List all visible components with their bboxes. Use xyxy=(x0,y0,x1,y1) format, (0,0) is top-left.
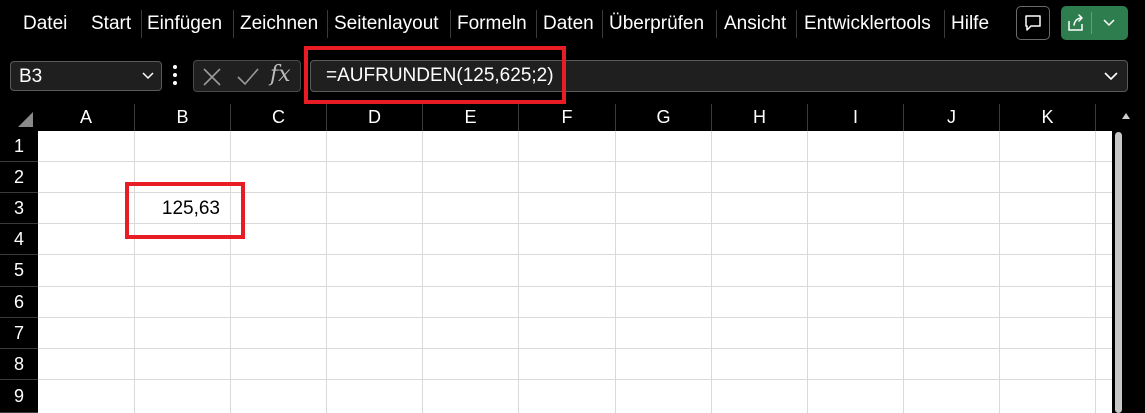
tab-hilfe[interactable]: Hilfe xyxy=(951,13,989,35)
row-header-3[interactable]: 3 xyxy=(0,193,38,224)
column-header-f[interactable]: F xyxy=(519,104,616,131)
select-all-corner[interactable] xyxy=(0,104,38,131)
column-header-h[interactable]: H xyxy=(712,104,808,131)
gridline xyxy=(38,286,1112,287)
cell-highlight-box xyxy=(125,182,245,239)
chevron-down-icon xyxy=(1103,19,1115,27)
row-header-9[interactable]: 9 xyxy=(0,380,38,413)
name-box[interactable]: B3 xyxy=(10,61,162,91)
tab-einfuegen[interactable]: Einfügen xyxy=(147,13,222,35)
share-icon-wrap xyxy=(1061,6,1091,40)
menu-separator xyxy=(716,10,717,38)
share-dropdown[interactable] xyxy=(1092,6,1126,40)
checkmark-icon[interactable] xyxy=(236,67,260,87)
scrollbar-thumb[interactable] xyxy=(1115,132,1122,413)
column-header-a[interactable]: A xyxy=(38,104,135,131)
gridline xyxy=(230,131,231,413)
formula-bar-row: B3 fx =AUFRUNDEN(125,625;2) xyxy=(0,50,1145,100)
chevron-down-icon[interactable] xyxy=(1103,68,1119,84)
worksheet-grid[interactable]: 125,63 xyxy=(38,131,1112,413)
menu-separator xyxy=(602,10,603,38)
share-icon xyxy=(1068,14,1083,31)
row-header-7[interactable]: 7 xyxy=(0,318,38,349)
gridline xyxy=(1095,131,1096,413)
tab-daten[interactable]: Daten xyxy=(543,13,594,35)
menu-separator xyxy=(233,10,234,38)
cancel-x-icon[interactable] xyxy=(202,67,222,87)
comment-icon xyxy=(1025,15,1041,31)
tab-datei[interactable]: Datei xyxy=(23,13,67,35)
formula-highlight-box xyxy=(304,46,566,104)
select-all-triangle-icon xyxy=(18,112,33,127)
row-header-5[interactable]: 5 xyxy=(0,255,38,287)
column-header-e[interactable]: E xyxy=(423,104,519,131)
tab-zeichnen[interactable]: Zeichnen xyxy=(240,13,318,35)
menu-separator xyxy=(327,10,328,38)
column-header-j[interactable]: J xyxy=(904,104,1000,131)
column-header-k[interactable]: K xyxy=(1000,104,1096,131)
menu-separator xyxy=(141,10,142,38)
name-box-value: B3 xyxy=(19,66,43,87)
gridline xyxy=(38,379,1112,380)
gridline xyxy=(38,317,1112,318)
chevron-down-icon[interactable] xyxy=(141,68,155,84)
tab-entwicklertools[interactable]: Entwicklertools xyxy=(804,13,931,35)
gridline xyxy=(38,348,1112,349)
gridline xyxy=(38,161,1112,162)
gridline xyxy=(999,131,1000,413)
gridline xyxy=(903,131,904,413)
formula-buttons: fx xyxy=(193,60,301,92)
comments-button[interactable] xyxy=(1016,6,1050,40)
row-header-4[interactable]: 4 xyxy=(0,224,38,255)
tab-ueberpruefen[interactable]: Überprüfen xyxy=(609,13,704,35)
gridline xyxy=(518,131,519,413)
row-header-1[interactable]: 1 xyxy=(0,131,38,162)
scroll-up-arrow-icon[interactable] xyxy=(1121,112,1131,120)
tab-seitenlayout[interactable]: Seitenlayout xyxy=(334,13,439,35)
gridline xyxy=(326,131,327,413)
column-header-i[interactable]: I xyxy=(808,104,904,131)
column-header-b[interactable]: B xyxy=(135,104,231,131)
gridline xyxy=(422,131,423,413)
vertical-scrollbar[interactable] xyxy=(1112,104,1145,413)
gridline xyxy=(711,131,712,413)
tab-formeln[interactable]: Formeln xyxy=(457,13,527,35)
gridline xyxy=(38,254,1112,255)
tab-ansicht[interactable]: Ansicht xyxy=(724,13,786,35)
column-header-g[interactable]: G xyxy=(616,104,712,131)
menu-separator xyxy=(796,10,797,38)
row-header-8[interactable]: 8 xyxy=(0,349,38,380)
column-header-c[interactable]: C xyxy=(231,104,327,131)
share-button[interactable] xyxy=(1061,6,1128,40)
gridline xyxy=(615,131,616,413)
row-header-2[interactable]: 2 xyxy=(0,162,38,193)
menu-separator xyxy=(450,10,451,38)
gridline xyxy=(134,131,135,413)
ribbon-tab-bar: Datei Start Einfügen Zeichnen Seitenlayo… xyxy=(0,0,1145,50)
column-header-d[interactable]: D xyxy=(327,104,423,131)
menu-separator xyxy=(944,10,945,38)
tab-start[interactable]: Start xyxy=(91,13,131,35)
row-header-6[interactable]: 6 xyxy=(0,287,38,318)
gridline xyxy=(807,131,808,413)
more-options-icon[interactable] xyxy=(172,63,178,87)
fx-icon[interactable]: fx xyxy=(270,62,291,87)
menu-separator xyxy=(536,10,537,38)
